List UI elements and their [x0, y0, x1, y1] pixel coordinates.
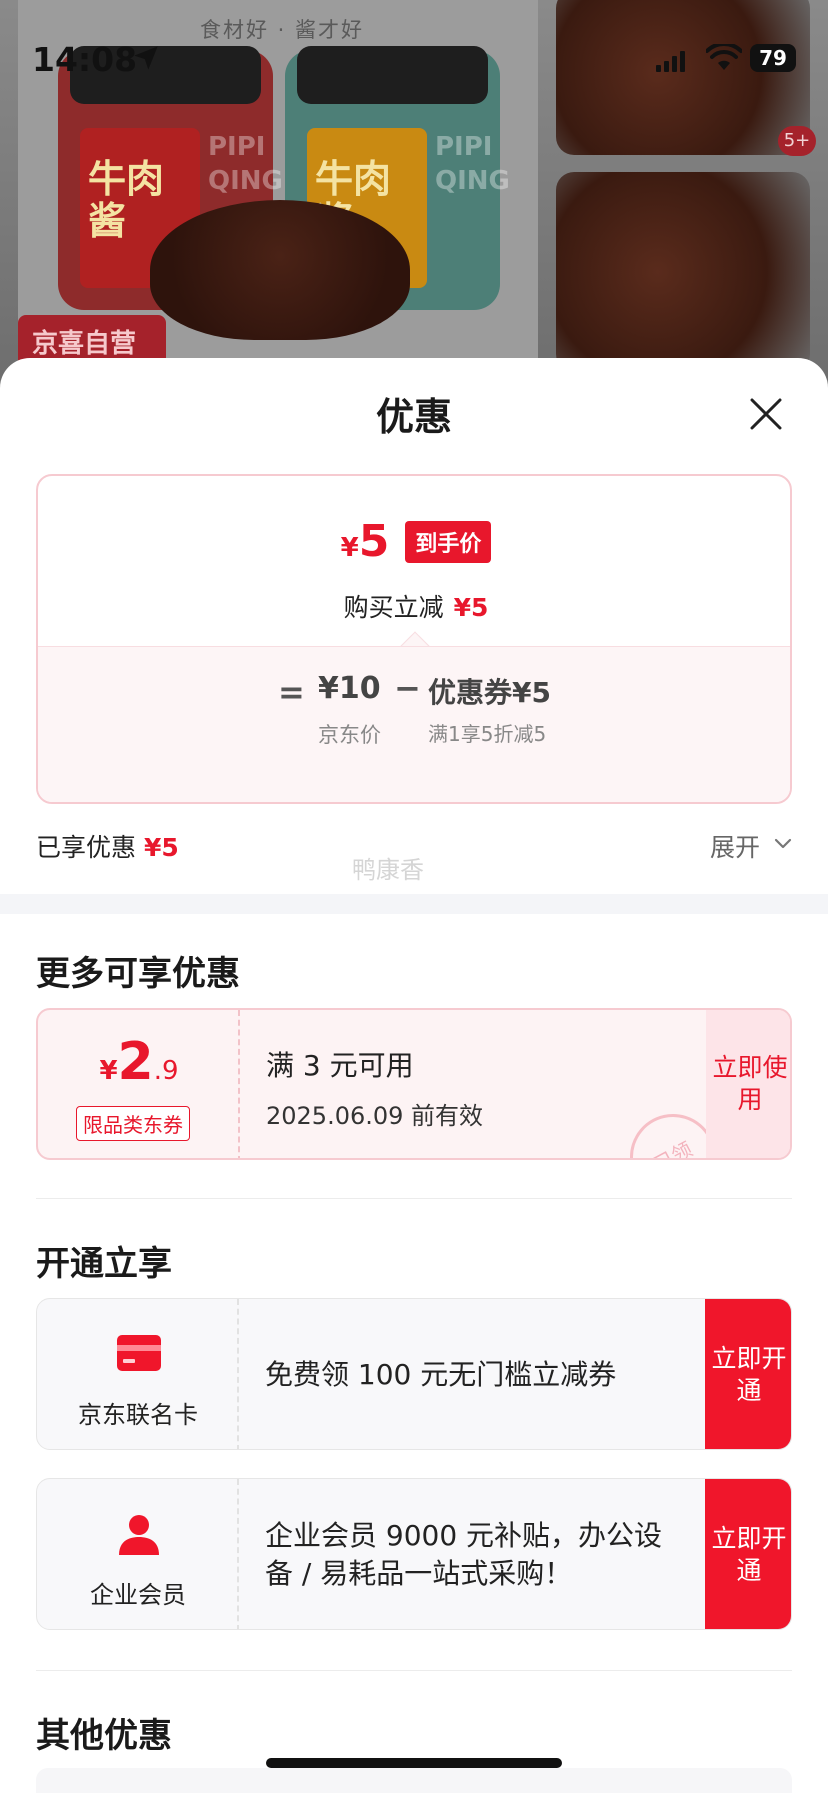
thumbnail-2[interactable] — [556, 172, 810, 372]
offer-name: 京东联名卡 — [78, 1401, 198, 1429]
final-price: ¥5 到手价 — [38, 516, 790, 567]
jd-price-value: ¥10 — [318, 671, 381, 706]
offer-left: 京东联名卡 — [37, 1299, 239, 1449]
enjoyed-amount: ¥5 — [144, 833, 179, 862]
user-icon — [119, 1515, 159, 1555]
open-now-button[interactable]: 立即开通 — [705, 1479, 791, 1629]
coupon-value-dec: .9 — [153, 1056, 179, 1086]
other-discounts-title: 其他优惠 — [36, 1716, 172, 1756]
divider — [36, 1670, 792, 1671]
cellular-signal-icon — [656, 51, 685, 72]
open-now-button[interactable]: 立即开通 — [705, 1299, 791, 1449]
final-price-badge: 到手价 — [405, 520, 492, 563]
jd-price-label: 京东价 — [318, 723, 381, 747]
faded-background-text: 鸭康香 — [352, 856, 424, 884]
enjoyed-label: 已享优惠 — [36, 833, 137, 862]
section-divider — [0, 894, 828, 914]
minus-sign: − — [394, 669, 421, 707]
sheet-title: 优惠 — [375, 395, 452, 439]
price-formula: = ¥10 京东价 − 优惠券¥5 满1享5折减5 — [38, 646, 790, 802]
offer-card-enterprise[interactable]: 企业会员 企业会员 9000 元补贴，办公设备 / 易耗品一站式采购！ 立即开通 — [36, 1478, 792, 1630]
close-icon[interactable] — [746, 394, 786, 434]
coupon-type-tag: 限品类东券 — [76, 1106, 190, 1141]
thumbnail-count-badge: 5+ — [778, 126, 816, 156]
chevron-down-icon[interactable] — [772, 832, 794, 854]
status-time: 14:08 — [32, 40, 138, 79]
coupon-amount: 优惠券¥5 — [428, 676, 551, 709]
instant-discount-label: 购买立减 — [343, 593, 444, 622]
instant-discount-amount: ¥5 — [453, 593, 489, 622]
coupon-value-area: ¥2.9 限品类东券 — [38, 1010, 240, 1158]
jar-pinyin: PIPI QING — [208, 132, 283, 196]
jar-pinyin: PIPI QING — [435, 132, 510, 196]
offer-card-jd-cobrand[interactable]: 京东联名卡 免费领 100 元无门槛立减券 立即开通 — [36, 1298, 792, 1450]
coupon-value: ¥2.9 — [38, 1032, 240, 1092]
discount-sheet: 优惠 ¥5 到手价 购买立减 ¥5 = ¥10 京东价 − 优惠券¥5 满1享5折… — [0, 358, 828, 1793]
offer-text: 免费领 100 元无门槛立减券 — [265, 1358, 617, 1391]
offer-description: 免费领 100 元无门槛立减券 — [265, 1299, 675, 1449]
price-breakdown-card: ¥5 到手价 购买立减 ¥5 = ¥10 京东价 − 优惠券¥5 满1享5折减5 — [36, 474, 792, 804]
coupon-rule: 满1享5折减5 — [428, 722, 547, 746]
credit-card-icon — [117, 1335, 161, 1371]
status-bar: 14:08 79 — [0, 0, 828, 120]
divider — [36, 1198, 792, 1199]
use-now-button[interactable]: 立即使用 — [706, 1010, 790, 1158]
expand-button[interactable]: 展开 — [710, 828, 760, 864]
final-price-currency: ¥ — [340, 533, 359, 563]
enjoyed-discount: 已享优惠 ¥5 — [36, 828, 179, 864]
open-benefits-title: 开通立享 — [36, 1244, 172, 1284]
sauce-image — [150, 200, 410, 340]
location-arrow-icon — [134, 46, 158, 70]
coupon-expiry: 2025.06.09 前有效 — [266, 1102, 484, 1130]
offer-left: 企业会员 — [37, 1479, 239, 1629]
offer-description: 企业会员 9000 元补贴，办公设备 / 易耗品一站式采购！ — [265, 1479, 675, 1629]
coupon-currency: ¥ — [99, 1056, 118, 1086]
offer-name: 企业会员 — [90, 1581, 186, 1609]
home-indicator[interactable] — [266, 1758, 562, 1768]
coupon-value-int: 2 — [117, 1032, 154, 1092]
offer-text: 企业会员 9000 元补贴，办公设备 / 易耗品一站式采购！ — [265, 1519, 663, 1590]
coupon-ticket[interactable]: ¥2.9 限品类东券 满 3 元可用 2025.06.09 前有效 已领 立即使… — [36, 1008, 792, 1160]
wifi-icon — [706, 44, 742, 70]
final-price-value: 5 — [358, 516, 390, 567]
other-discounts-card[interactable] — [36, 1768, 792, 1793]
more-discounts-title: 更多可享优惠 — [36, 954, 240, 994]
instant-discount: 购买立减 ¥5 — [38, 588, 790, 624]
battery-indicator: 79 — [750, 44, 796, 72]
equals-sign: = — [278, 673, 305, 711]
coupon-condition: 满 3 元可用 — [266, 1049, 414, 1082]
